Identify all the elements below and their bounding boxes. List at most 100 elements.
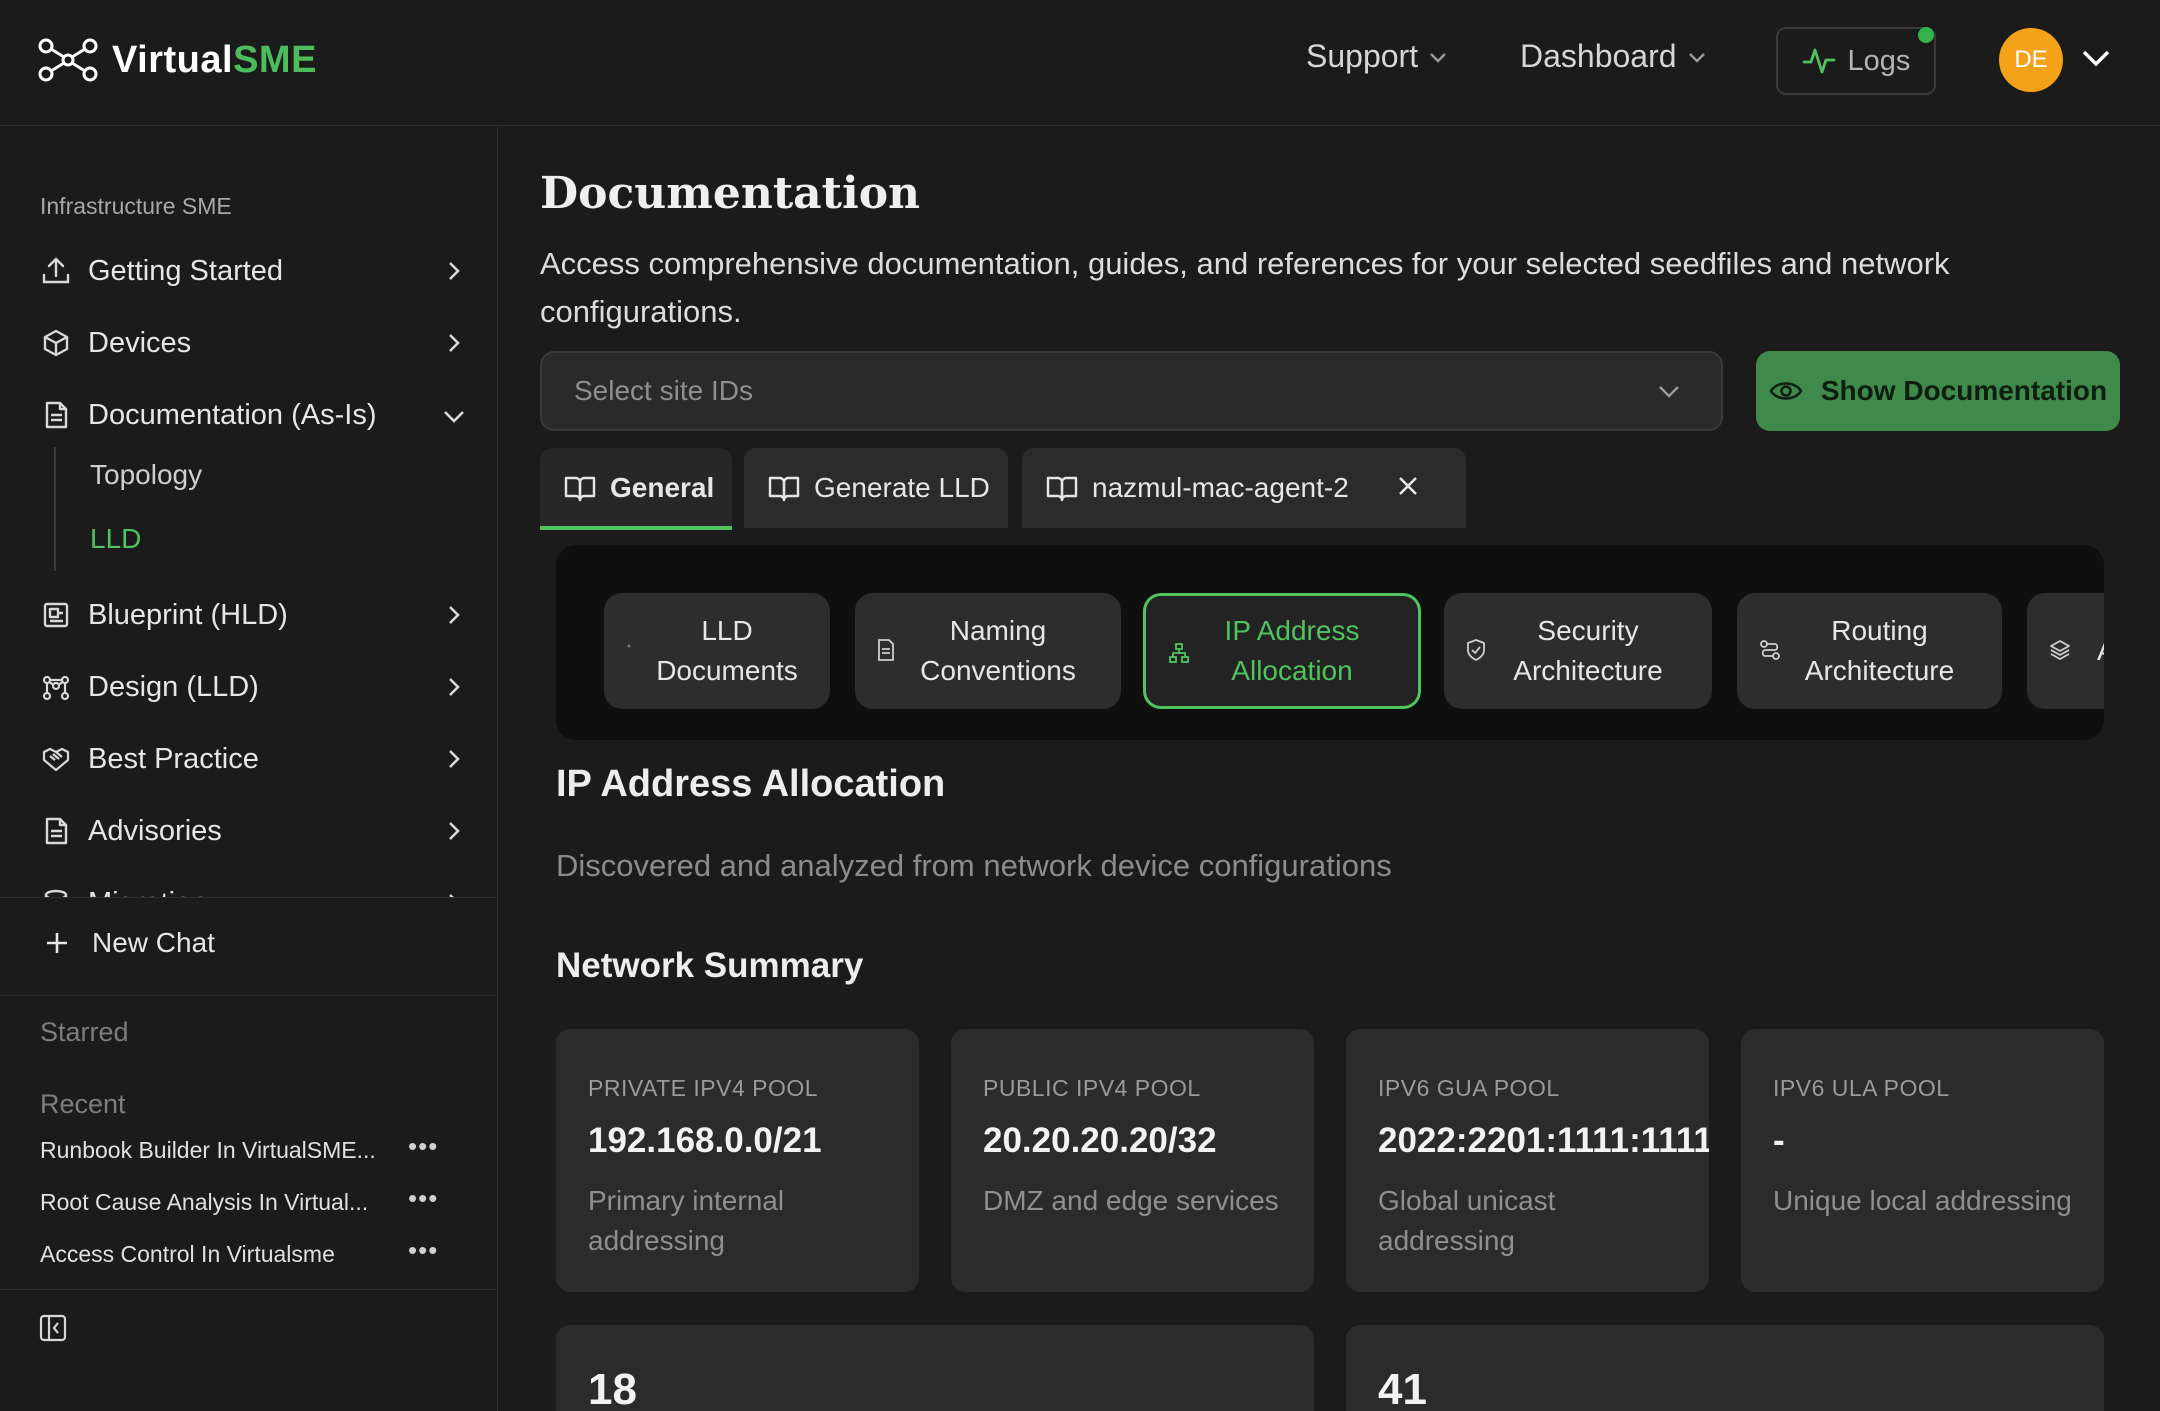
- show-documentation-button[interactable]: Show Documentation: [1756, 351, 2120, 431]
- chip-ip-address-allocation[interactable]: IP Address Allocation: [1143, 593, 1421, 709]
- stat-value: 41: [1378, 1365, 1427, 1411]
- more-options-icon[interactable]: •••: [408, 1131, 438, 1162]
- card-key: IPV6 GUA POOL: [1378, 1075, 1560, 1101]
- site-id-select[interactable]: Select site IDs: [540, 351, 1723, 431]
- sidebar-item-advisories[interactable]: Advisories: [38, 803, 462, 859]
- chip-label-line2: Documents: [656, 655, 798, 686]
- chip-label-line1: Security: [1537, 615, 1639, 646]
- chevron-right-icon: [449, 606, 460, 624]
- app-logo[interactable]: VirtualSME: [38, 38, 317, 82]
- tab-agent[interactable]: nazmul-mac-agent-2: [1022, 448, 1466, 528]
- chip-label-line1: LLD: [701, 615, 753, 646]
- tab-generate-lld[interactable]: Generate LLD: [744, 448, 1008, 528]
- summary-card-ipv6-gua: IPV6 GUA POOL 2022:2201:1111:1111::/64 G…: [1346, 1029, 1709, 1292]
- dashboard-menu[interactable]: Dashboard: [1520, 38, 1707, 75]
- recent-chat-item[interactable]: Root Cause Analysis In Virtual... •••: [40, 1183, 460, 1216]
- support-menu[interactable]: Support: [1306, 38, 1448, 75]
- recent-chat-title: Access Control In Virtualsme: [40, 1241, 335, 1267]
- chevron-right-icon: [449, 750, 460, 768]
- document-icon: [38, 400, 74, 430]
- logs-button[interactable]: Logs: [1776, 27, 1936, 95]
- section-title: IP Address Allocation: [556, 763, 946, 805]
- summary-card-ipv6-ula: IPV6 ULA POOL - Unique local addressing: [1741, 1029, 2104, 1292]
- sidebar-item-label: Devices: [88, 326, 192, 359]
- chip-routing-architecture[interactable]: Routing Architecture: [1737, 593, 2002, 709]
- recent-chat-item[interactable]: Runbook Builder In VirtualSME... •••: [40, 1131, 460, 1164]
- section-selector-panel: LLD Documents Naming Conventions IP Addres…: [556, 545, 2104, 740]
- divider: [0, 1289, 497, 1290]
- card-description: Primary internal addressing: [588, 1185, 785, 1256]
- sidebar-subitem-topology[interactable]: Topology: [90, 459, 202, 491]
- sidebar-section-title: Infrastructure SME: [40, 193, 232, 219]
- chip-label-line1: Ar: [2097, 631, 2104, 671]
- chip-security-architecture[interactable]: Security Architecture: [1444, 593, 1712, 709]
- card-key: PUBLIC IPV4 POOL: [983, 1075, 1201, 1101]
- user-avatar[interactable]: DE: [1999, 28, 2063, 92]
- sidebar-item-label: Documentation (As-Is): [88, 398, 377, 431]
- chevron-down-icon: [444, 411, 464, 423]
- stat-card: 41: [1346, 1325, 2104, 1411]
- card-value: 192.168.0.0/21: [588, 1121, 822, 1160]
- top-header: VirtualSME Support Dashboard Logs DE: [0, 0, 2160, 126]
- chip-label-line2: Architecture: [1804, 655, 1955, 686]
- stat-value: 18: [588, 1365, 637, 1411]
- chevron-down-icon[interactable]: [2080, 46, 2112, 70]
- page-title: Documentation: [540, 168, 921, 219]
- chip-lld-documents[interactable]: LLD Documents: [604, 593, 830, 709]
- sidebar-collapse-icon[interactable]: [38, 1313, 68, 1343]
- chip-label-line2: Architecture: [1513, 655, 1663, 686]
- starred-heading: Starred: [40, 1017, 129, 1047]
- support-label: Support: [1306, 38, 1419, 74]
- card-value: 20.20.20.20/32: [983, 1121, 1217, 1160]
- sidebar-item-getting-started[interactable]: Getting Started: [38, 243, 462, 299]
- summary-card-private-ipv4: PRIVATE IPV4 POOL 192.168.0.0/21 Primary…: [556, 1029, 919, 1292]
- logs-label: Logs: [1847, 44, 1911, 77]
- sidebar-item-label: Getting Started: [88, 254, 284, 287]
- chip-more[interactable]: Ar: [2027, 593, 2104, 709]
- recent-chat-item[interactable]: Access Control In Virtualsme •••: [40, 1235, 460, 1268]
- sidebar-item-documentation[interactable]: Documentation (As-Is): [38, 387, 464, 443]
- summary-card-public-ipv4: PUBLIC IPV4 POOL 20.20.20.20/32 DMZ and …: [951, 1029, 1314, 1292]
- book-icon: [1046, 476, 1078, 502]
- more-options-icon[interactable]: •••: [408, 1235, 438, 1266]
- close-icon[interactable]: [1394, 472, 1422, 500]
- dashboard-label: Dashboard: [1520, 38, 1677, 74]
- chip-label-line2: Allocation: [1231, 655, 1353, 686]
- select-placeholder: Select site IDs: [574, 375, 753, 406]
- more-options-icon[interactable]: •••: [408, 1183, 438, 1214]
- eye-icon: [1769, 382, 1803, 400]
- chevron-down-icon: [1688, 52, 1705, 63]
- new-chat-label: New Chat: [92, 927, 215, 958]
- card-key: PRIVATE IPV4 POOL: [588, 1075, 819, 1101]
- card-key: IPV6 ULA POOL: [1773, 1075, 1950, 1101]
- logo-text-accent: SME: [233, 38, 317, 81]
- sidebar: Infrastructure SME Getting Started Devic…: [0, 127, 498, 1411]
- plus-icon: [47, 933, 67, 953]
- tab-label: nazmul-mac-agent-2: [1092, 472, 1349, 503]
- section-description: Discovered and analyzed from network dev…: [556, 848, 1392, 883]
- recent-chat-title: Root Cause Analysis In Virtual...: [40, 1189, 369, 1215]
- recent-chat-title: Runbook Builder In VirtualSME...: [40, 1137, 376, 1163]
- network-summary-heading: Network Summary: [556, 946, 864, 985]
- sidebar-item-label: Advisories: [88, 814, 222, 847]
- sidebar-subitem-lld[interactable]: LLD: [90, 523, 141, 555]
- sidebar-item-devices[interactable]: Devices: [38, 315, 462, 371]
- network-logo-icon: [38, 38, 98, 82]
- new-chat-button[interactable]: New Chat: [44, 927, 215, 959]
- chevron-down-icon: [1430, 52, 1446, 63]
- activity-icon: [1802, 48, 1835, 74]
- chip-label-line1: IP Address: [1224, 615, 1360, 646]
- sidebar-item-design[interactable]: Design (LLD): [38, 659, 462, 715]
- tab-general[interactable]: General: [540, 448, 732, 530]
- page-description: Access comprehensive documentation, guid…: [540, 246, 1950, 329]
- sidebar-item-best-practice[interactable]: Best Practice: [38, 731, 462, 787]
- book-icon: [564, 476, 596, 502]
- chevron-right-icon: [449, 822, 460, 840]
- submenu-guide-line: [54, 447, 56, 571]
- sidebar-item-blueprint[interactable]: Blueprint (HLD): [38, 587, 462, 643]
- card-description: Unique local addressing: [1773, 1185, 2072, 1216]
- chip-label-line1: Routing: [1831, 615, 1928, 646]
- handshake-icon: [38, 744, 74, 774]
- chip-naming-conventions[interactable]: Naming Conventions: [855, 593, 1121, 709]
- chevron-right-icon: [449, 678, 460, 696]
